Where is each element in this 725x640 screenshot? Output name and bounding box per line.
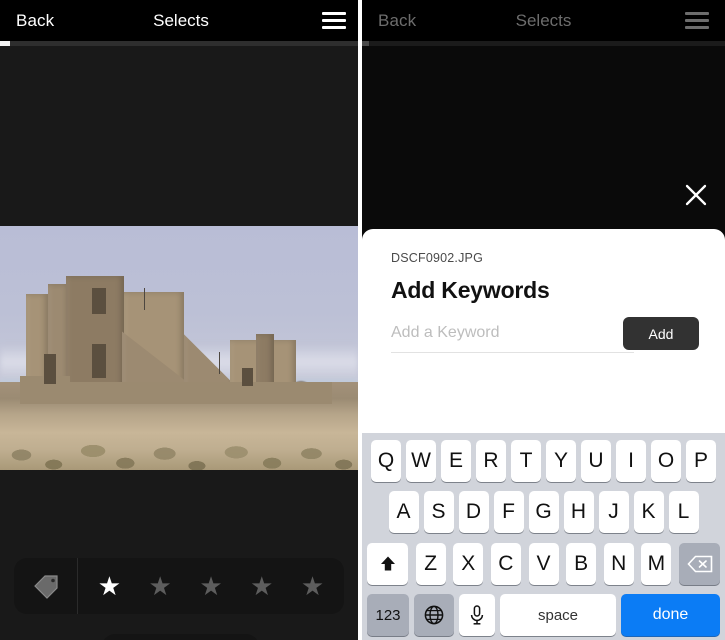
shift-arrow-icon-glyph xyxy=(380,556,395,571)
add-keyword-button[interactable]: Add xyxy=(623,317,699,350)
hamburger-line xyxy=(322,12,346,15)
keyword-input-row: Add xyxy=(391,317,699,350)
star-2[interactable]: ★ xyxy=(149,573,172,599)
key-o[interactable]: O xyxy=(651,439,681,482)
key-j[interactable]: J xyxy=(598,491,629,534)
sheet-heading: Add Keywords xyxy=(391,277,550,303)
numbers-key[interactable]: 123 xyxy=(367,594,409,637)
hamburger-line xyxy=(322,19,346,22)
panel-divider xyxy=(358,0,362,640)
done-key[interactable]: done xyxy=(621,594,720,637)
key-i[interactable]: I xyxy=(616,439,646,482)
photo-ruin-window xyxy=(242,368,253,386)
keyword-input-underline xyxy=(391,352,634,353)
key-h[interactable]: H xyxy=(563,491,594,534)
key-y[interactable]: Y xyxy=(546,439,576,482)
left-panel: Back Selects ★ ★ ★ ★ ★ xyxy=(0,0,362,640)
photo-desert-scrub xyxy=(0,402,358,470)
adobe-ruins-desert-photo[interactable] xyxy=(0,226,358,470)
keyword-input[interactable] xyxy=(391,317,623,350)
page-title: Selects xyxy=(515,10,572,30)
close-icon-glyph xyxy=(685,184,707,206)
key-d[interactable]: D xyxy=(458,491,489,534)
key-u[interactable]: U xyxy=(581,439,611,482)
key-x[interactable]: X xyxy=(453,542,484,585)
photo-flagpole xyxy=(144,288,146,310)
microphone-icon-glyph xyxy=(470,605,484,626)
tag-icon-glyph xyxy=(33,575,58,599)
globe-icon[interactable] xyxy=(414,594,454,637)
key-s[interactable]: S xyxy=(423,491,454,534)
right-navbar: Back Selects xyxy=(362,0,725,41)
backspace-icon-glyph xyxy=(686,555,712,573)
globe-icon-glyph xyxy=(424,606,444,625)
key-p[interactable]: P xyxy=(686,439,716,482)
hamburger-icon[interactable] xyxy=(322,12,346,29)
key-q[interactable]: Q xyxy=(371,439,401,482)
key-f[interactable]: F xyxy=(493,491,524,534)
onscreen-keyboard: Q W E R T Y U I O P A S D F G H J K L Z … xyxy=(362,433,725,640)
right-panel: Back Selects DSCF0902.JPG Add Keywords A… xyxy=(362,0,725,640)
rating-toolbar: ★ ★ ★ ★ ★ xyxy=(14,558,344,614)
key-g[interactable]: G xyxy=(528,491,559,534)
photo-ruin-window xyxy=(92,344,106,378)
keyboard-row-4: 123 space done xyxy=(364,594,723,637)
hamburger-icon[interactable] xyxy=(685,12,709,29)
photo-ruin-window xyxy=(92,288,106,314)
photo-stage: ★ ★ ★ ★ ★ DSCF0902.JPG ••• xyxy=(0,46,362,640)
star-1[interactable]: ★ xyxy=(98,573,121,599)
tag-icon[interactable] xyxy=(14,558,78,614)
modal-stage: DSCF0902.JPG Add Keywords Add Q W E R T … xyxy=(362,46,725,640)
key-m[interactable]: M xyxy=(641,542,672,585)
key-w[interactable]: W xyxy=(406,439,436,482)
key-v[interactable]: V xyxy=(528,542,559,585)
key-k[interactable]: K xyxy=(633,491,664,534)
key-z[interactable]: Z xyxy=(415,542,446,585)
back-button[interactable]: Back xyxy=(378,11,416,31)
key-l[interactable]: L xyxy=(668,491,699,534)
photo-ruin-wall-base xyxy=(62,382,332,404)
key-a[interactable]: A xyxy=(388,491,419,534)
microphone-icon[interactable] xyxy=(459,594,495,637)
close-icon[interactable] xyxy=(679,178,713,212)
key-n[interactable]: N xyxy=(603,542,634,585)
photo-flagpole xyxy=(219,352,221,374)
hamburger-line xyxy=(685,26,709,29)
hamburger-line xyxy=(322,26,346,29)
left-navbar: Back Selects xyxy=(0,0,362,41)
photo-ruin-window xyxy=(44,354,56,384)
keyboard-row-3: Z X C V B N M xyxy=(364,542,723,585)
star-3[interactable]: ★ xyxy=(199,573,222,599)
star-rating[interactable]: ★ ★ ★ ★ ★ xyxy=(78,573,344,599)
back-button[interactable]: Back xyxy=(16,11,54,31)
dual-pane-screenshot: Back Selects ★ ★ ★ ★ ★ Back Selects DSCF… xyxy=(0,0,725,640)
key-c[interactable]: C xyxy=(490,542,521,585)
key-r[interactable]: R xyxy=(476,439,506,482)
hamburger-line xyxy=(685,12,709,15)
shift-arrow-icon[interactable] xyxy=(367,542,408,585)
star-4[interactable]: ★ xyxy=(250,573,273,599)
backspace-icon[interactable] xyxy=(679,542,720,585)
sheet-filename: DSCF0902.JPG xyxy=(391,251,484,265)
keyboard-row-1: Q W E R T Y U I O P xyxy=(364,439,723,482)
key-e[interactable]: E xyxy=(441,439,471,482)
filename-pill[interactable]: DSCF0902.JPG ••• xyxy=(102,634,259,640)
hamburger-line xyxy=(685,19,709,22)
keyboard-row-2: A S D F G H J K L xyxy=(364,491,723,534)
star-5[interactable]: ★ xyxy=(301,573,324,599)
page-title: Selects xyxy=(153,10,209,30)
key-b[interactable]: B xyxy=(566,542,597,585)
key-t[interactable]: T xyxy=(511,439,541,482)
space-key[interactable]: space xyxy=(500,594,616,637)
